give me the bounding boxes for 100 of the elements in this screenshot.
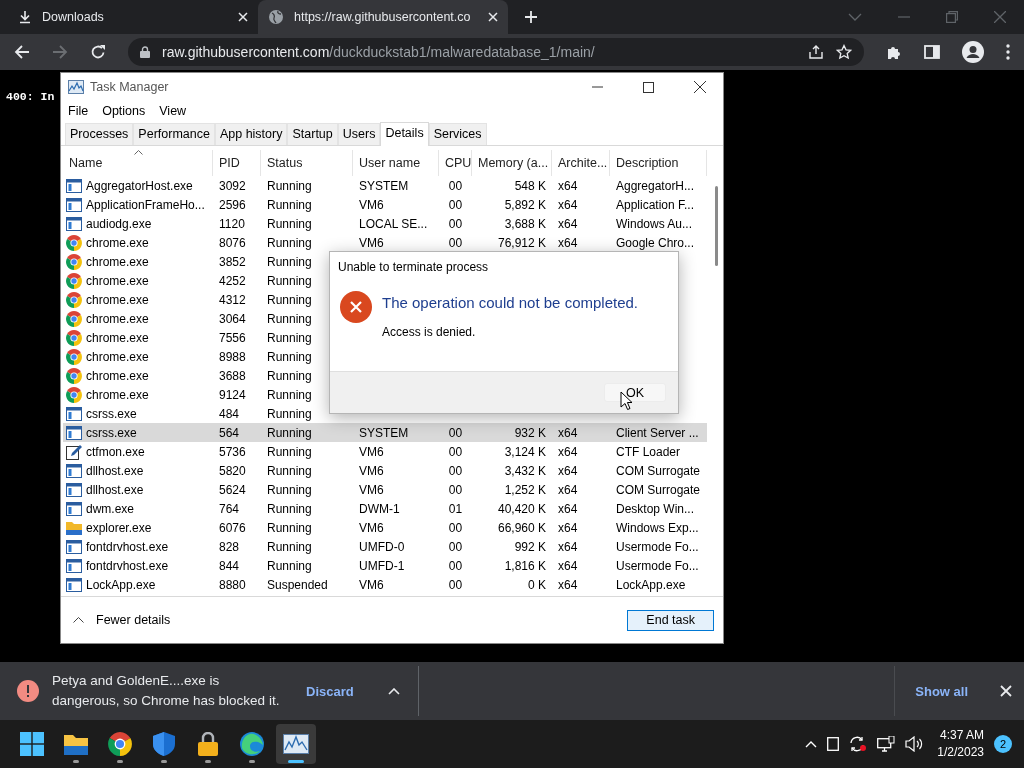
table-cell: 548 K [514, 178, 546, 193]
table-cell: 484 [219, 406, 240, 421]
table-cell: 7556 [219, 330, 246, 345]
table-cell: ctfmon.exe [86, 444, 145, 459]
table-cell: Running [267, 349, 312, 364]
table-cell: VM6 [359, 520, 384, 535]
dialog-message: Access is denied. [382, 325, 477, 339]
table-cell: Running [267, 387, 312, 402]
table-cell: x64 [558, 235, 578, 250]
table-cell: Running [267, 178, 312, 193]
table-cell: x64 [558, 501, 578, 516]
table-cell: 00 [448, 558, 463, 573]
table-cell: x64 [558, 425, 578, 440]
table-cell: VM6 [359, 235, 384, 250]
table-cell: 00 [448, 216, 463, 231]
table-cell: 3064 [219, 311, 246, 326]
table-cell: x64 [558, 444, 578, 459]
table-cell: 01 [448, 501, 463, 516]
table-cell: 00 [448, 539, 463, 554]
table-cell: dllhost.exe [86, 482, 144, 497]
table-cell: 00 [448, 520, 463, 535]
table-cell: 66,960 K [497, 520, 546, 535]
table-cell: ApplicationFrameHo... [86, 197, 205, 212]
time-text: 4:37 AM [939, 727, 984, 744]
table-cell: LockApp.exe [86, 577, 156, 592]
table-cell: chrome.exe [86, 235, 149, 250]
table-cell: x64 [558, 577, 578, 592]
table-cell: fontdrvhost.exe [86, 558, 169, 573]
table-cell: x64 [558, 216, 578, 231]
table-cell: Running [267, 406, 312, 421]
table-cell: 0 K [528, 577, 546, 592]
table-cell: COM Surrogate [616, 463, 701, 478]
table-cell: SYSTEM [359, 425, 409, 440]
table-cell: Running [267, 330, 312, 345]
table-cell: VM6 [359, 577, 384, 592]
table-cell: Application F... [616, 197, 695, 212]
tab-title: https://raw.githubusercontent.co [294, 10, 472, 24]
table-cell: AggregatorH... [616, 178, 695, 193]
table-cell: 3,432 K [504, 463, 546, 478]
table-cell: Running [267, 482, 312, 497]
table-cell: x64 [558, 178, 578, 193]
table-cell: 9124 [219, 387, 246, 402]
table-cell: 00 [448, 444, 463, 459]
table-cell: 3,124 K [504, 444, 546, 459]
table-cell: Google Chro... [616, 235, 695, 250]
table-cell: 4252 [219, 273, 246, 288]
url-text: raw.githubusercontent.com/duckduckstab1/malwaredatabase_1/main/ [162, 44, 595, 60]
table-cell: chrome.exe [86, 311, 149, 326]
table-cell: 1,252 K [504, 482, 546, 497]
table-cell: Running [267, 235, 312, 250]
table-cell: Windows Exp... [616, 520, 699, 535]
table-cell: Running [267, 216, 312, 231]
table-cell: 3,688 K [504, 216, 546, 231]
table-cell: 00 [448, 178, 463, 193]
table-cell: Running [267, 539, 312, 554]
table-cell: VM6 [359, 197, 384, 212]
table-cell: chrome.exe [86, 387, 149, 402]
table-cell: x64 [558, 558, 578, 573]
table-cell: x64 [558, 482, 578, 497]
table-cell: 3092 [219, 178, 246, 193]
table-cell: x64 [558, 197, 578, 212]
table-cell: 5820 [219, 463, 246, 478]
table-cell: 76,912 K [497, 235, 546, 250]
table-cell: 932 K [514, 425, 546, 440]
table-cell: 00 [448, 482, 463, 497]
table-cell: CTF Loader [616, 444, 681, 459]
table-cell: Running [267, 520, 312, 535]
download-warning-text: Petya and GoldenE....exe is dangerous, so Chrome has blocked it. [52, 672, 281, 710]
table-cell: 1120 [219, 216, 245, 231]
table-cell: 3688 [219, 368, 246, 383]
table-cell: Usermode Fo... [616, 539, 699, 554]
table-cell: Suspended [267, 577, 328, 592]
table-cell: 4312 [219, 292, 246, 307]
table-cell: 5624 [219, 482, 246, 497]
table-cell: UMFD-1 [359, 558, 405, 573]
dialog-heading: The operation could not be completed. [382, 294, 638, 311]
table-cell: Running [267, 254, 312, 269]
table-cell: 00 [448, 235, 463, 250]
table-cell: DWM-1 [359, 501, 400, 516]
table-cell: Running [267, 501, 312, 516]
table-cell: audiodg.exe [86, 216, 152, 231]
table-cell: 764 [219, 501, 240, 516]
table-cell: AggregatorHost.exe [86, 178, 193, 193]
table-cell: Client Server ... [616, 425, 699, 440]
table-cell: 1,816 K [504, 558, 546, 573]
table-cell: SYSTEM [359, 178, 409, 193]
table-cell: chrome.exe [86, 349, 149, 364]
table-cell: chrome.exe [86, 330, 149, 345]
table-cell: 5736 [219, 444, 246, 459]
table-cell: Running [267, 197, 312, 212]
table-cell: 992 K [514, 539, 546, 554]
table-cell: Desktop Win... [616, 501, 695, 516]
table-cell: Running [267, 558, 312, 573]
table-cell: 844 [219, 558, 240, 573]
table-cell: UMFD-0 [359, 539, 405, 554]
page-text: 400: In [6, 90, 55, 103]
table-cell: Running [267, 425, 312, 440]
table-cell: explorer.exe [86, 520, 152, 535]
table-cell: x64 [558, 539, 578, 554]
table-cell: fontdrvhost.exe [86, 539, 169, 554]
